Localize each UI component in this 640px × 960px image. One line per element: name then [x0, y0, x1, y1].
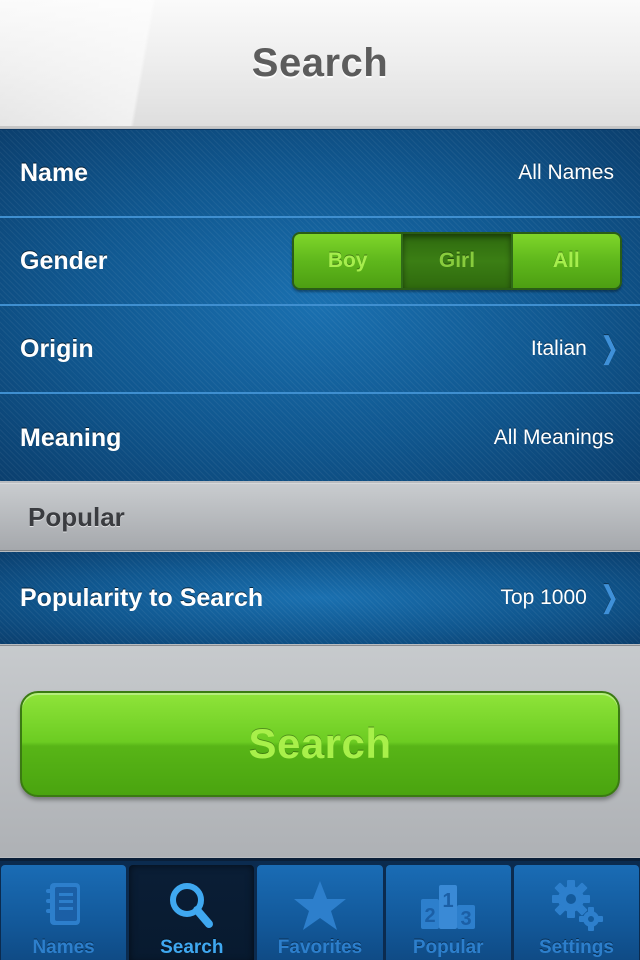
- meaning-row[interactable]: Meaning All Meanings: [0, 394, 640, 482]
- notebook-icon: [45, 883, 80, 925]
- meaning-label: Meaning: [20, 423, 122, 452]
- gender-segmented-control: Boy Girl All: [292, 232, 622, 290]
- tab-search-label: Search: [160, 937, 224, 958]
- tab-popular[interactable]: 2 1 3 Popular: [385, 865, 511, 960]
- gender-option-boy[interactable]: Boy: [294, 234, 404, 288]
- page-title: Search: [251, 40, 389, 85]
- gender-row: Gender Boy Girl All: [0, 218, 640, 306]
- podium-digit-2: 2: [425, 905, 436, 927]
- popularity-value: Top 1000: [500, 586, 587, 609]
- popularity-label: Popularity to Search: [20, 583, 264, 612]
- name-label: Name: [20, 158, 89, 187]
- search-button-area: Search: [0, 645, 640, 857]
- star-icon: [294, 881, 346, 930]
- chevron-right-icon: ❯: [600, 581, 619, 614]
- name-value: All Names: [518, 161, 614, 184]
- origin-value: Italian: [530, 337, 587, 360]
- popular-header-label: Popular: [28, 501, 125, 532]
- podium-digit-1: 1: [443, 890, 454, 912]
- magnifier-icon: [169, 883, 213, 928]
- tab-names[interactable]: Names: [1, 865, 127, 960]
- tab-search[interactable]: Search: [129, 865, 255, 960]
- search-button-label: Search: [248, 720, 392, 767]
- tab-settings[interactable]: Settings: [513, 865, 640, 960]
- navigation-bar: Search: [0, 0, 640, 128]
- tab-favorites[interactable]: Favorites: [257, 865, 383, 960]
- gender-option-girl[interactable]: Girl: [403, 234, 513, 288]
- popular-section-header: Popular: [0, 483, 640, 551]
- tab-favorites-label: Favorites: [277, 937, 363, 958]
- meaning-value: All Meanings: [493, 426, 614, 449]
- tab-settings-label: Settings: [538, 937, 614, 958]
- chevron-right-icon: ❯: [600, 332, 619, 365]
- search-button[interactable]: Search: [20, 691, 620, 797]
- popularity-group: Popularity to Search Top 1000 ❯: [0, 552, 640, 644]
- tab-names-label: Names: [32, 937, 95, 958]
- popularity-row[interactable]: Popularity to Search Top 1000 ❯: [0, 552, 640, 644]
- gender-label: Gender: [20, 246, 108, 275]
- name-row[interactable]: Name All Names: [0, 130, 640, 218]
- podium-icon: 2 1 3: [421, 885, 476, 930]
- gender-option-all[interactable]: All: [512, 234, 620, 288]
- search-criteria-group: Name All Names Gender Boy Girl All Origi…: [0, 129, 640, 481]
- gears-icon: [552, 880, 604, 931]
- tab-bar: Names Search Favorites 2 1 3 Popular Set…: [0, 858, 640, 960]
- origin-row[interactable]: Origin Italian ❯: [0, 306, 640, 394]
- podium-digit-3: 3: [461, 908, 472, 930]
- tab-popular-label: Popular: [412, 937, 484, 958]
- origin-label: Origin: [20, 334, 94, 363]
